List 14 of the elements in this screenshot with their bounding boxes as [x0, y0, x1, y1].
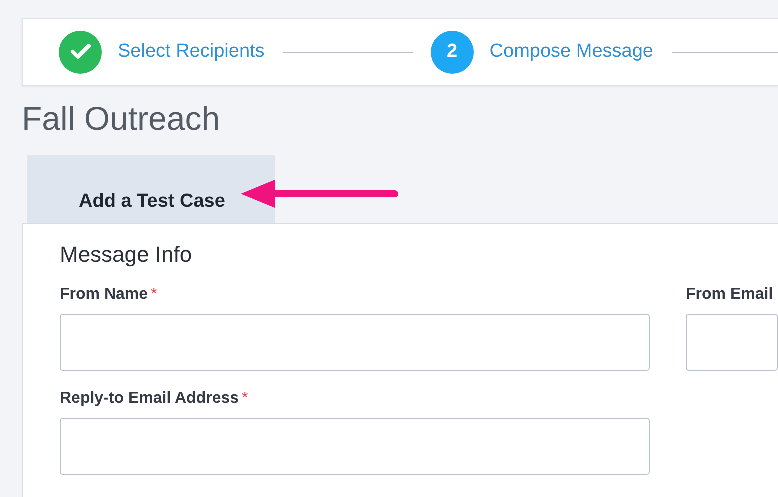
field-label: From Name — [60, 286, 148, 303]
step-number: 2 — [430, 30, 474, 74]
input-field[interactable] — [60, 314, 650, 371]
step-label[interactable]: Select Recipients — [118, 41, 265, 63]
required-mark: * — [242, 390, 248, 407]
section-heading: Message Info — [60, 242, 194, 268]
required-mark: * — [151, 286, 158, 303]
field-label: Reply-to Email Address — [60, 390, 240, 407]
page-title: Fall Outreach — [22, 99, 222, 139]
tab[interactable]: Add a Test Case — [27, 155, 275, 223]
field-label: From Email — [686, 286, 774, 303]
input-field[interactable] — [686, 314, 778, 371]
input-field[interactable] — [60, 418, 650, 475]
step-label[interactable]: Compose Message — [490, 41, 654, 63]
